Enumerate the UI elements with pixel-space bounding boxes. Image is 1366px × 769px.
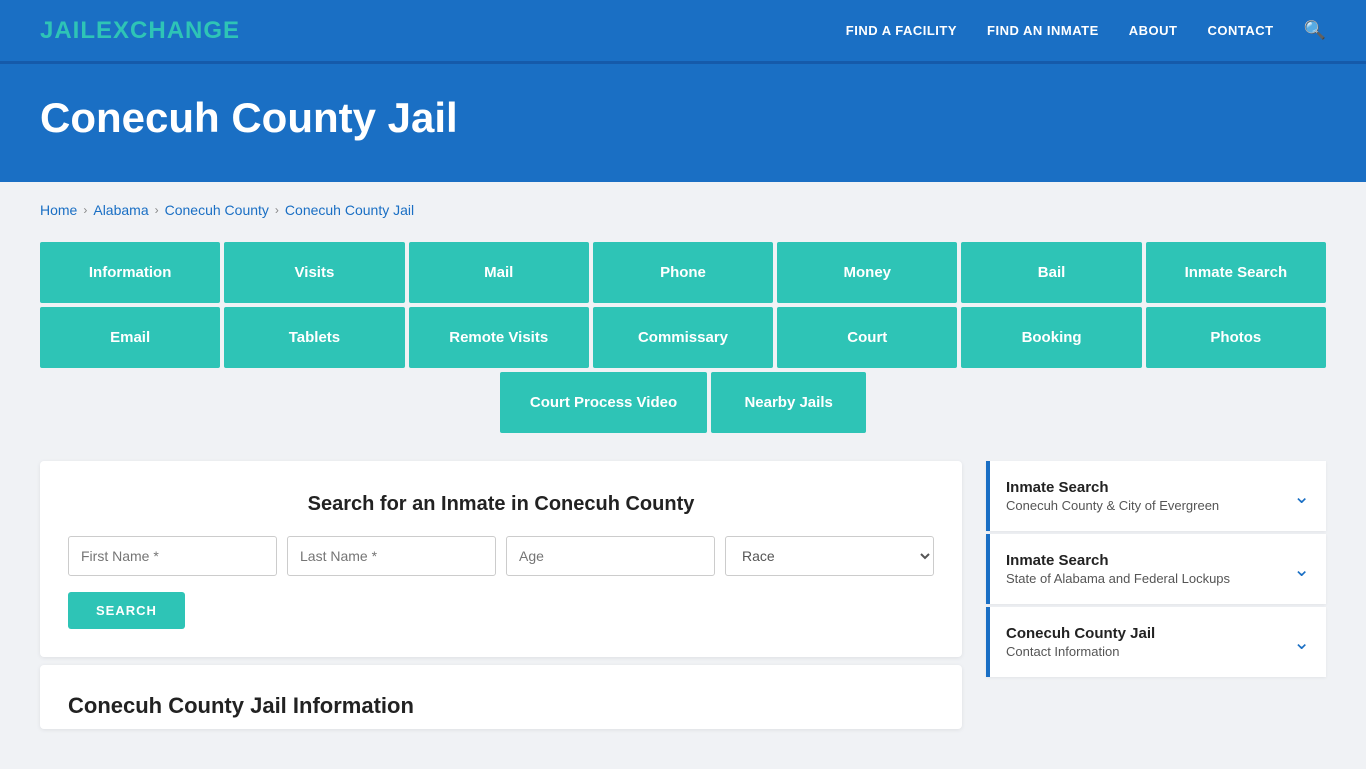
tile-court-process-video[interactable]: Court Process Video (500, 372, 707, 433)
sidebar-item-text-1: Inmate Search State of Alabama and Feder… (1006, 552, 1230, 586)
tile-mail[interactable]: Mail (409, 242, 589, 303)
breadcrumb-sep-3: › (275, 203, 279, 217)
sidebar-item-inmate-search-alabama[interactable]: Inmate Search State of Alabama and Feder… (986, 534, 1326, 604)
info-title: Conecuh County Jail Information (68, 693, 934, 719)
sidebar-item-text-2: Conecuh County Jail Contact Information (1006, 625, 1155, 659)
search-fields: Race White Black Hispanic Asian Other (68, 536, 934, 576)
sidebar-item-subtitle-1: State of Alabama and Federal Lockups (1006, 571, 1230, 586)
tile-money[interactable]: Money (777, 242, 957, 303)
nav-about[interactable]: ABOUT (1129, 23, 1178, 38)
lower-section: Search for an Inmate in Conecuh County R… (40, 461, 1326, 729)
first-name-input[interactable] (68, 536, 277, 576)
breadcrumb-current: Conecuh County Jail (285, 202, 414, 218)
inmate-search-box: Search for an Inmate in Conecuh County R… (40, 461, 962, 657)
breadcrumb-home[interactable]: Home (40, 202, 77, 218)
logo[interactable]: JAILEXCHANGE (40, 17, 240, 45)
hero-section: Conecuh County Jail (0, 64, 1366, 182)
tile-tablets[interactable]: Tablets (224, 307, 404, 368)
tile-row-3: Court Process Video Nearby Jails (40, 372, 1326, 433)
chevron-down-icon-2: ⌄ (1293, 630, 1310, 655)
tile-booking[interactable]: Booking (961, 307, 1141, 368)
sidebar-item-title-1: Inmate Search (1006, 552, 1230, 569)
logo-jail: JAIL (40, 17, 96, 44)
tile-visits[interactable]: Visits (224, 242, 404, 303)
sidebar-item-title-2: Conecuh County Jail (1006, 625, 1155, 642)
tile-nearby-jails[interactable]: Nearby Jails (711, 372, 866, 433)
nav-contact[interactable]: CONTACT (1207, 23, 1273, 38)
breadcrumb-conecuh-county[interactable]: Conecuh County (165, 202, 269, 218)
tile-information[interactable]: Information (40, 242, 220, 303)
sidebar-item-contact-info[interactable]: Conecuh County Jail Contact Information … (986, 607, 1326, 677)
tile-court[interactable]: Court (777, 307, 957, 368)
nav-find-facility[interactable]: FIND A FACILITY (846, 23, 957, 38)
page-title: Conecuh County Jail (40, 94, 1326, 142)
main-content: Home › Alabama › Conecuh County › Conecu… (0, 182, 1366, 769)
last-name-input[interactable] (287, 536, 496, 576)
tile-phone[interactable]: Phone (593, 242, 773, 303)
tile-email[interactable]: Email (40, 307, 220, 368)
breadcrumb-alabama[interactable]: Alabama (93, 202, 148, 218)
search-button[interactable]: SEARCH (68, 592, 185, 629)
tile-photos[interactable]: Photos (1146, 307, 1326, 368)
tile-commissary[interactable]: Commissary (593, 307, 773, 368)
age-input[interactable] (506, 536, 715, 576)
chevron-down-icon-1: ⌄ (1293, 557, 1310, 582)
sidebar-item-text-0: Inmate Search Conecuh County & City of E… (1006, 479, 1219, 513)
search-title: Search for an Inmate in Conecuh County (68, 493, 934, 516)
sidebar-item-title-0: Inmate Search (1006, 479, 1219, 496)
navbar: JAILEXCHANGE FIND A FACILITY FIND AN INM… (0, 0, 1366, 64)
nav-links: FIND A FACILITY FIND AN INMATE ABOUT CON… (846, 20, 1326, 41)
chevron-down-icon-0: ⌄ (1293, 484, 1310, 509)
sidebar-item-inmate-search-conecuh[interactable]: Inmate Search Conecuh County & City of E… (986, 461, 1326, 531)
nav-find-inmate[interactable]: FIND AN INMATE (987, 23, 1099, 38)
tile-row-2: Email Tablets Remote Visits Commissary C… (40, 307, 1326, 368)
race-select[interactable]: Race White Black Hispanic Asian Other (725, 536, 934, 576)
breadcrumb-sep-1: › (83, 203, 87, 217)
left-column: Search for an Inmate in Conecuh County R… (40, 461, 962, 729)
tile-remote-visits[interactable]: Remote Visits (409, 307, 589, 368)
tile-inmate-search[interactable]: Inmate Search (1146, 242, 1326, 303)
sidebar-item-subtitle-0: Conecuh County & City of Evergreen (1006, 498, 1219, 513)
logo-exchange: EXCHANGE (96, 17, 240, 44)
tile-row-1: Information Visits Mail Phone Money Bail… (40, 242, 1326, 303)
tile-bail[interactable]: Bail (961, 242, 1141, 303)
sidebar: Inmate Search Conecuh County & City of E… (986, 461, 1326, 680)
breadcrumb-sep-2: › (155, 203, 159, 217)
info-section: Conecuh County Jail Information (40, 665, 962, 729)
sidebar-item-subtitle-2: Contact Information (1006, 644, 1155, 659)
search-icon[interactable]: 🔍 (1304, 20, 1326, 41)
breadcrumb: Home › Alabama › Conecuh County › Conecu… (40, 202, 1326, 218)
